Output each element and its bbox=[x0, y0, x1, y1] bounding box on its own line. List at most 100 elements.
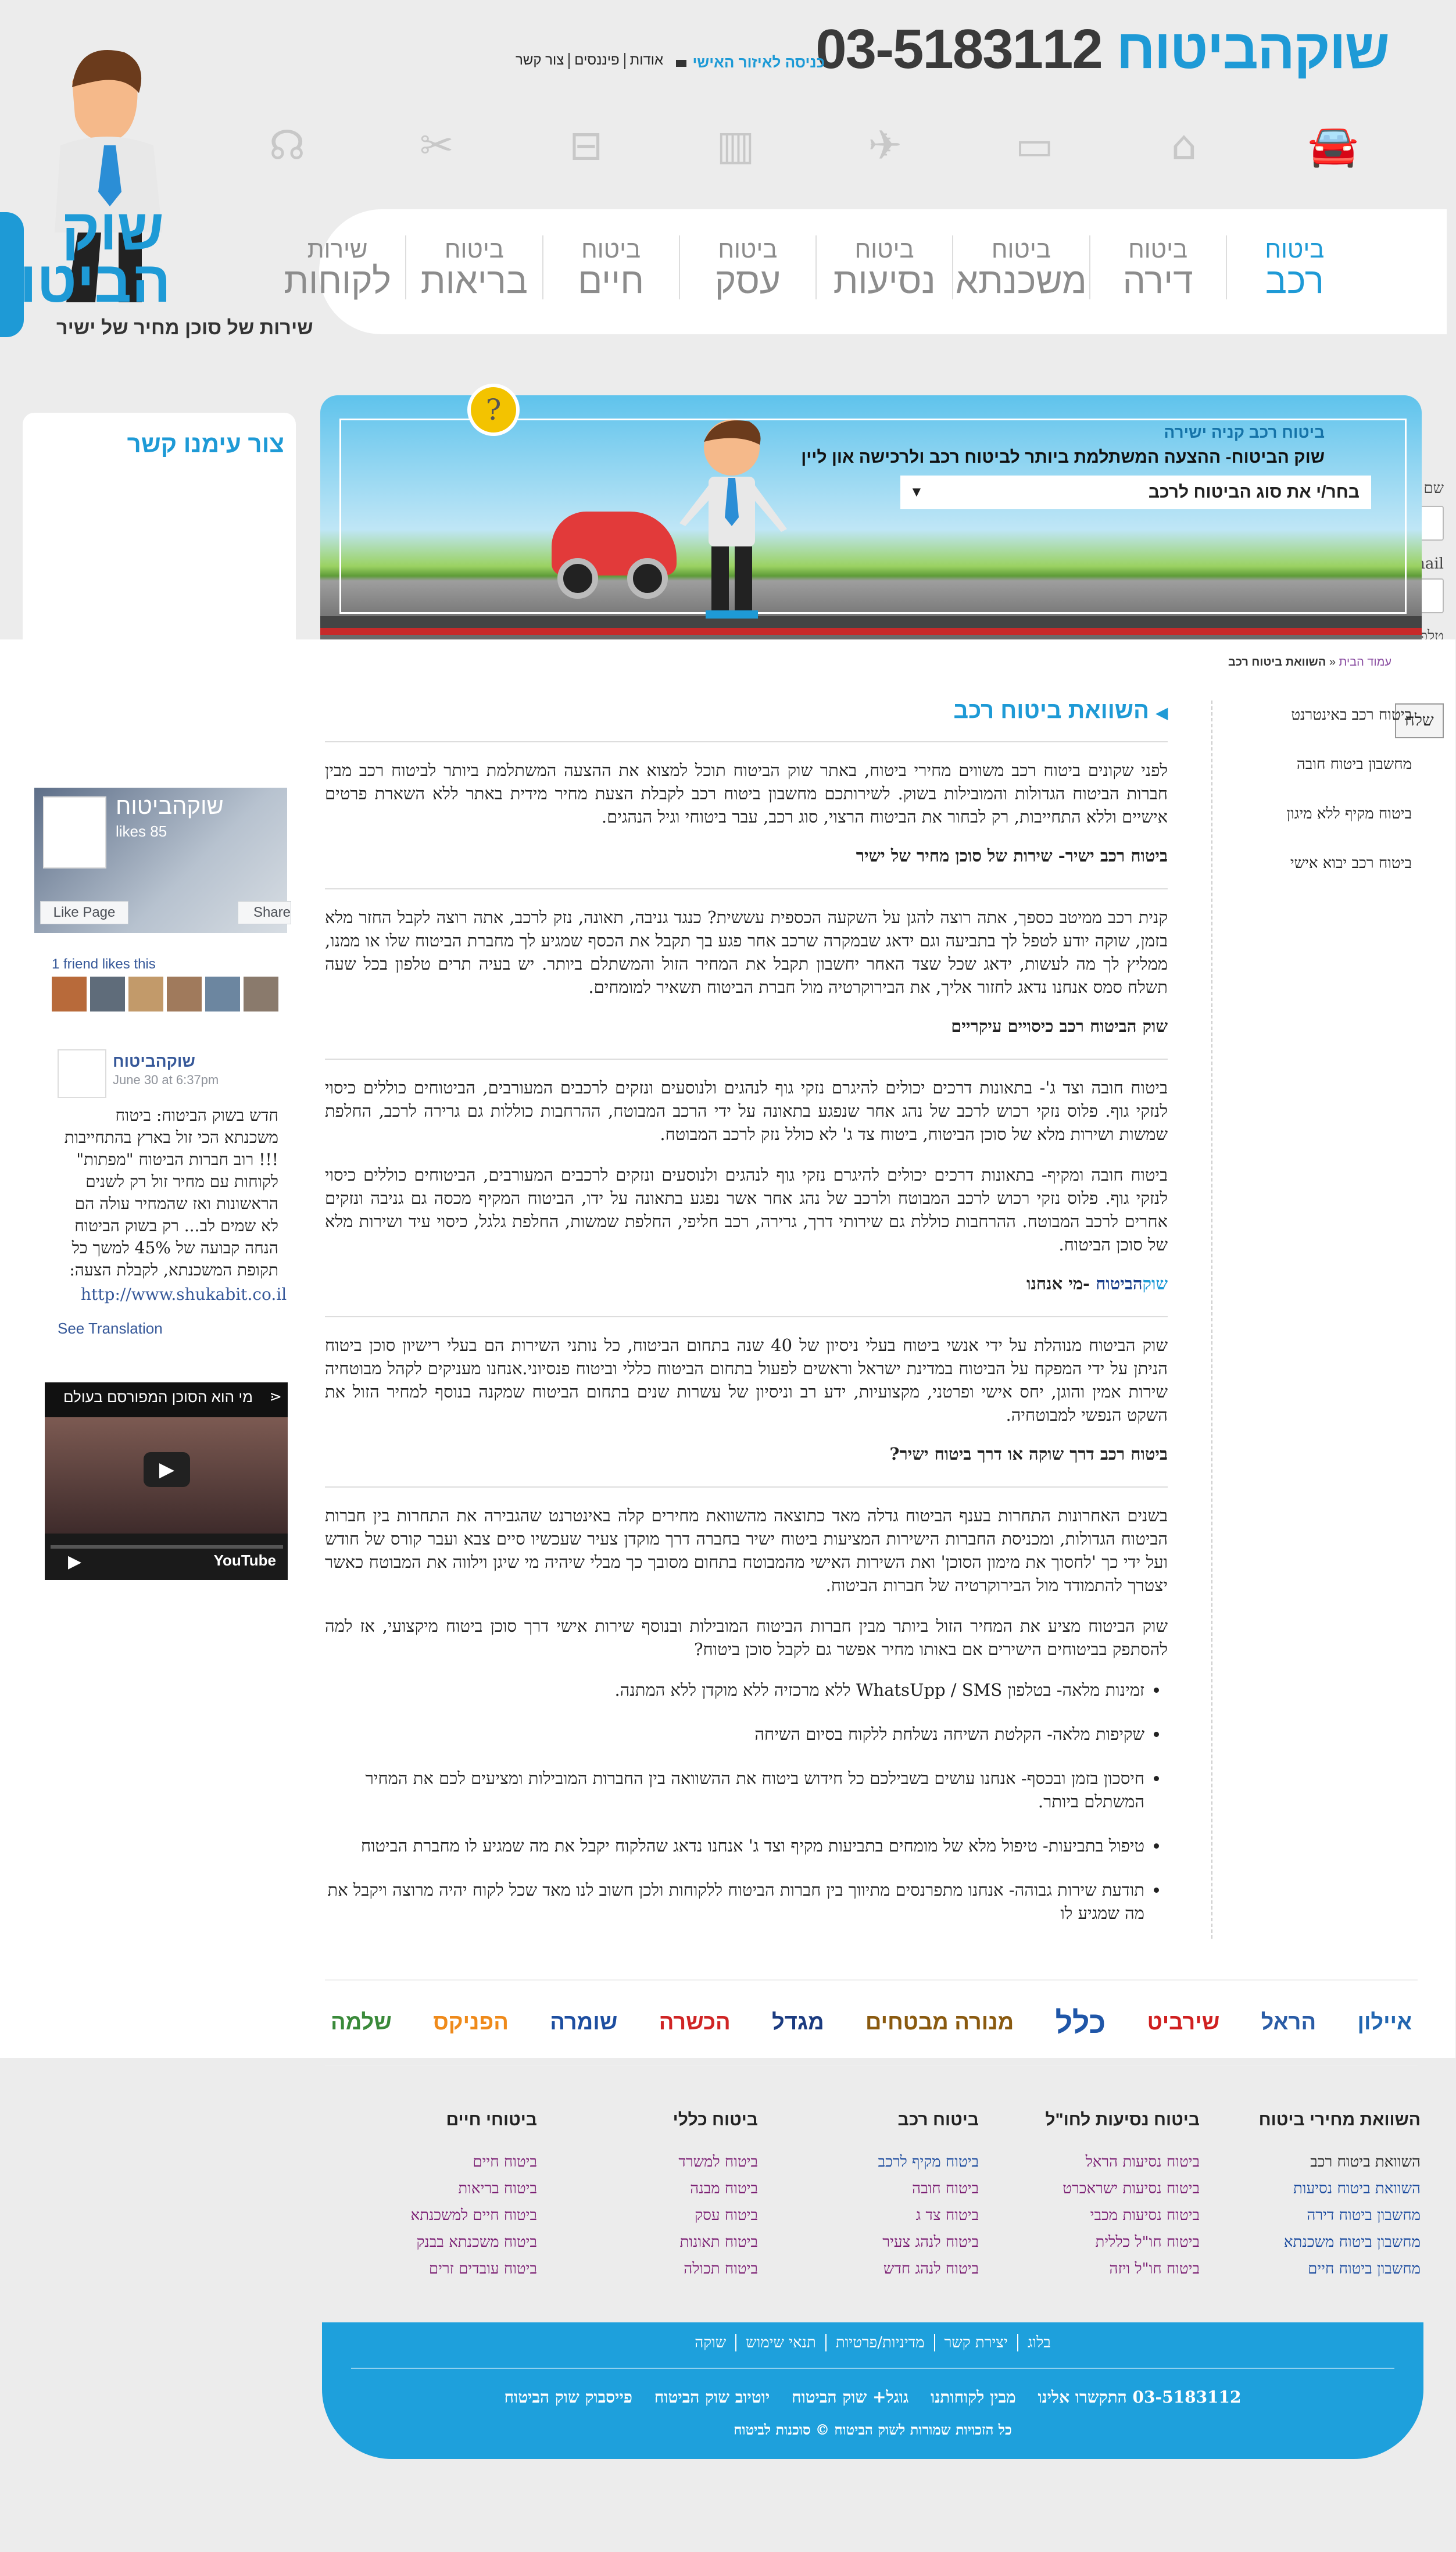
top-link-contact[interactable]: צור קשר bbox=[511, 52, 569, 68]
footer-facebook-link[interactable]: פייסבוק שוק הביטוח bbox=[496, 2387, 641, 2407]
nav-health-insurance[interactable]: ביטוח בריאות bbox=[406, 235, 542, 299]
footer-link[interactable]: ביטוח נסיעות הראל bbox=[979, 2153, 1200, 2171]
house-icon[interactable]: ⌂ bbox=[1156, 119, 1214, 171]
plane-icon[interactable]: ✈ bbox=[857, 119, 915, 171]
insurance-type-select[interactable]: בחר/י את סוג הביטוח לרכב ▼ bbox=[901, 476, 1372, 509]
footer-link[interactable]: ביטוח עובדים זרים bbox=[317, 2260, 538, 2278]
partner-logo[interactable]: שלמה bbox=[325, 2010, 398, 2035]
footer-link[interactable]: ביטוח למשרד bbox=[538, 2153, 759, 2171]
benefits-list: זמינות מלאה- בטלפון WhatsUpp / SMS ללא מ… bbox=[325, 1678, 1168, 1925]
headset-icon[interactable]: ☊ bbox=[259, 119, 317, 171]
footer-youtube-link[interactable]: יוטיוב שוק הביטוח bbox=[647, 2387, 778, 2407]
partner-logo[interactable]: כלל bbox=[1050, 2006, 1112, 2040]
partner-logo[interactable]: הפניקס bbox=[428, 2010, 515, 2035]
personal-area-link[interactable]: כניסה לאיזור האישי bbox=[677, 53, 825, 72]
see-translation-link[interactable]: See Translation bbox=[58, 1320, 163, 1338]
footer-link[interactable]: ביטוח חו"ל ויזה bbox=[979, 2260, 1200, 2278]
share-icon[interactable]: ⋖ bbox=[270, 1388, 282, 1406]
footer-link[interactable]: ביטוח לנהג צעיר bbox=[759, 2233, 979, 2251]
post-author[interactable]: שוקהביטוח bbox=[113, 1052, 196, 1071]
nav-customer-service[interactable]: שירות לקוחות bbox=[270, 235, 406, 299]
nav-business-insurance[interactable]: ביטוח עסק bbox=[679, 235, 816, 299]
contact-title: צור עימנו קשר bbox=[127, 430, 285, 457]
footer-clients-link[interactable]: מבין לקוחותנו bbox=[923, 2387, 1025, 2407]
breadcrumb-home[interactable]: עמוד הבית bbox=[1340, 656, 1392, 669]
footer-link-contact[interactable]: יצירת קשר bbox=[934, 2334, 1018, 2351]
brand-phone[interactable]: 03-5183112 bbox=[816, 18, 1103, 80]
footer-link[interactable]: ביטוח חיים bbox=[317, 2153, 538, 2171]
footer-link[interactable]: ביטוח משכנתא בבנק bbox=[317, 2233, 538, 2251]
tv-icon[interactable]: ▭ bbox=[1006, 119, 1064, 171]
footer-link-terms[interactable]: תנאי שימוש bbox=[736, 2334, 826, 2351]
progress-bar[interactable] bbox=[51, 1545, 284, 1549]
footer-link[interactable]: ביטוח נסיעות ישראכרט bbox=[979, 2180, 1200, 2197]
footer-link[interactable]: ביטוח נסיעות מכבי bbox=[979, 2207, 1200, 2224]
nav-apartment-insurance[interactable]: ביטוח דירה bbox=[1089, 235, 1226, 299]
footer-link[interactable]: מחשבון ביטוח חיים bbox=[1200, 2260, 1421, 2278]
footer-google-link[interactable]: גוגל+ שוק הביטוח bbox=[784, 2387, 917, 2407]
partner-logo[interactable]: שירביט bbox=[1142, 2010, 1226, 2035]
partner-logo[interactable]: איילון bbox=[1352, 2010, 1418, 2035]
nav-label: משכנתא bbox=[956, 261, 1087, 301]
footer-link[interactable]: מחשבון ביטוח משכנתא bbox=[1200, 2233, 1421, 2251]
youtube-video[interactable]: מי הוא הסוכן המפורסם בעולם ⋖ ▶ ▶ YouTube bbox=[45, 1382, 288, 1580]
footer-link[interactable]: ביטוח בריאות bbox=[317, 2180, 538, 2197]
nav-label: ביטוח bbox=[992, 235, 1051, 263]
divider bbox=[325, 1316, 1168, 1317]
play-control-icon[interactable]: ▶ bbox=[69, 1552, 82, 1572]
side-links: ביטוח רכב באינטרנט מחשבון ביטוח חובה ביט… bbox=[1267, 706, 1412, 904]
facebook-avatar[interactable] bbox=[44, 796, 107, 868]
car-icon[interactable]: 🚘 bbox=[1305, 119, 1363, 171]
nav-life-insurance[interactable]: ביטוח חיים bbox=[542, 235, 679, 299]
side-link[interactable]: ביטוח רכב יבוא אישי bbox=[1267, 855, 1412, 872]
footer-link[interactable]: ביטוח מקיף לרכב bbox=[759, 2153, 979, 2171]
post-date[interactable]: June 30 at 6:37pm bbox=[113, 1073, 219, 1088]
footer-link[interactable]: ביטוח חובה bbox=[759, 2180, 979, 2197]
footer-link-blog[interactable]: בלוג bbox=[1017, 2334, 1061, 2351]
nav-car-insurance[interactable]: ביטוח רכב bbox=[1226, 235, 1363, 299]
footer-social-links: 03-5183112 התקשרו אלינו מבין לקוחותנו גו… bbox=[323, 2387, 1424, 2407]
facebook-like-button[interactable]: Like Page bbox=[41, 901, 129, 924]
footer-link[interactable]: ביטוח עסק bbox=[538, 2207, 759, 2224]
post-avatar[interactable] bbox=[58, 1049, 107, 1098]
footer-link[interactable]: השוואת ביטוח נסיעות bbox=[1200, 2180, 1421, 2197]
side-link[interactable]: ביטוח מקיף ללא מיגון bbox=[1267, 805, 1412, 823]
tools-icon[interactable]: ✂ bbox=[408, 119, 466, 171]
partner-logo[interactable]: הכשרה bbox=[654, 2010, 737, 2035]
footer-link-privacy[interactable]: מדיניות/פרטיות bbox=[825, 2334, 935, 2351]
video-controls: ▶ YouTube bbox=[45, 1534, 288, 1580]
partner-logo[interactable]: מנורה מבטחים bbox=[860, 2010, 1020, 2035]
bus-icon[interactable]: ⊟ bbox=[557, 119, 616, 171]
footer-column-title: ביטוחי חיים bbox=[446, 2110, 538, 2129]
footer-link[interactable]: השוואת ביטוח רכב bbox=[1200, 2153, 1421, 2171]
article-paragraph: שוק הביטוח מציע את המחיר הזול ביותר מבין… bbox=[325, 1616, 1168, 1659]
facebook-page-name[interactable]: שוקהביטוח bbox=[116, 794, 224, 820]
partner-logo[interactable]: מגדל bbox=[767, 2010, 831, 2035]
play-icon[interactable]: ▶ bbox=[144, 1452, 191, 1487]
top-link-finance[interactable]: פיננסים bbox=[570, 52, 624, 68]
footer-link[interactable]: ביטוח חיים למשכנתא bbox=[317, 2207, 538, 2224]
footer-link[interactable]: ביטוח תכולה bbox=[538, 2260, 759, 2278]
partner-logo[interactable]: הראל bbox=[1256, 2010, 1322, 2035]
partner-logo[interactable]: שומרה bbox=[545, 2010, 624, 2035]
footer-link[interactable]: ביטוח צד ג bbox=[759, 2207, 979, 2224]
side-link[interactable]: מחשבון ביטוח חובה bbox=[1267, 756, 1412, 773]
contact-form: צור עימנו קשר bbox=[23, 413, 296, 645]
top-link-about[interactable]: אודות bbox=[626, 52, 668, 68]
footer-call-link[interactable]: 03-5183112 התקשרו אלינו bbox=[1030, 2387, 1250, 2407]
footer-link-shuka[interactable]: שוקה bbox=[686, 2334, 736, 2351]
nav-label: רכב bbox=[1265, 261, 1325, 301]
youtube-logo[interactable]: YouTube bbox=[214, 1552, 277, 1570]
footer-link[interactable]: ביטוח מבנה bbox=[538, 2180, 759, 2197]
footer-link[interactable]: ביטוח חו"ל כללית bbox=[979, 2233, 1201, 2251]
nav-travel-insurance[interactable]: ביטוח נסיעות bbox=[816, 235, 953, 299]
footer-link[interactable]: מחשבון ביטוח דירה bbox=[1200, 2207, 1421, 2224]
nav-mortgage-insurance[interactable]: ביטוח משכנתא bbox=[953, 235, 1089, 299]
footer-link[interactable]: ביטוח לנהג חדש bbox=[759, 2260, 979, 2278]
building-icon[interactable]: ▥ bbox=[707, 119, 765, 171]
post-link[interactable]: http://www.shukabit.co.il bbox=[81, 1285, 287, 1304]
footer-link[interactable]: ביטוח תאונות bbox=[538, 2233, 759, 2251]
side-link[interactable]: ביטוח רכב באינטרנט bbox=[1267, 706, 1412, 724]
facebook-share-button[interactable]: Share bbox=[238, 901, 292, 924]
article-paragraph: בשנים האחרונות התחרות בענף הביטוח גדלה מ… bbox=[325, 1506, 1168, 1595]
